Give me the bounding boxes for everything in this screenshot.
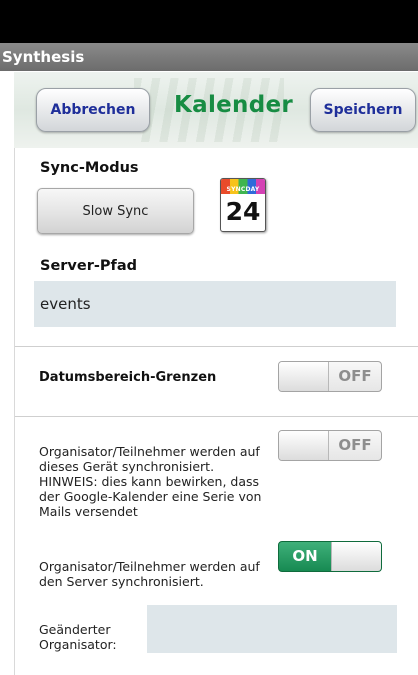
page-title: Kalender <box>174 92 294 118</box>
date-range-toggle[interactable]: OFF <box>278 361 382 392</box>
calendar-icon: SYNCDAY 24 <box>220 178 266 232</box>
sync-mode-label: Sync-Modus <box>40 160 139 176</box>
toggle-knob <box>279 362 329 391</box>
organizer-device-sync-toggle[interactable]: OFF <box>278 430 382 461</box>
toggle-knob <box>279 431 329 460</box>
app-title-bar: Synthesis <box>0 43 418 71</box>
settings-content: Sync-Modus Slow Sync SYNCDAY 24 Server-P… <box>14 148 418 675</box>
toggle-state-text: ON <box>292 547 318 565</box>
server-path-label: Server-Pfad <box>40 258 137 274</box>
save-button[interactable]: Speichern <box>310 88 416 132</box>
divider <box>15 416 418 417</box>
sync-mode-button[interactable]: Slow Sync <box>37 188 194 234</box>
status-bar <box>0 0 418 43</box>
toggle-state-text: OFF <box>338 436 372 454</box>
calendar-day-number: 24 <box>225 197 261 226</box>
organizer-server-sync-toggle[interactable]: ON <box>278 541 382 572</box>
calendar-header-strip: SYNCDAY <box>221 179 265 194</box>
toggle-state-text: OFF <box>338 367 372 385</box>
app-title: Synthesis <box>2 48 85 66</box>
changed-organizer-label: Geänderter Organisator: <box>39 622 117 652</box>
divider <box>15 346 418 347</box>
cancel-button[interactable]: Abbrechen <box>36 88 150 132</box>
organizer-server-sync-text: Organisator/Teilnehmer werden auf den Se… <box>39 559 260 589</box>
organizer-device-sync-text: Organisator/Teilnehmer werden auf dieses… <box>39 444 262 519</box>
calendar-brand-text: SYNCDAY <box>226 186 260 193</box>
changed-organizer-input[interactable] <box>147 605 397 653</box>
date-range-label: Datumsbereich-Grenzen <box>39 370 217 385</box>
calendar-header: Abbrechen Kalender Speichern <box>14 72 418 148</box>
server-path-input[interactable]: events <box>34 281 396 327</box>
toggle-knob <box>331 542 381 571</box>
